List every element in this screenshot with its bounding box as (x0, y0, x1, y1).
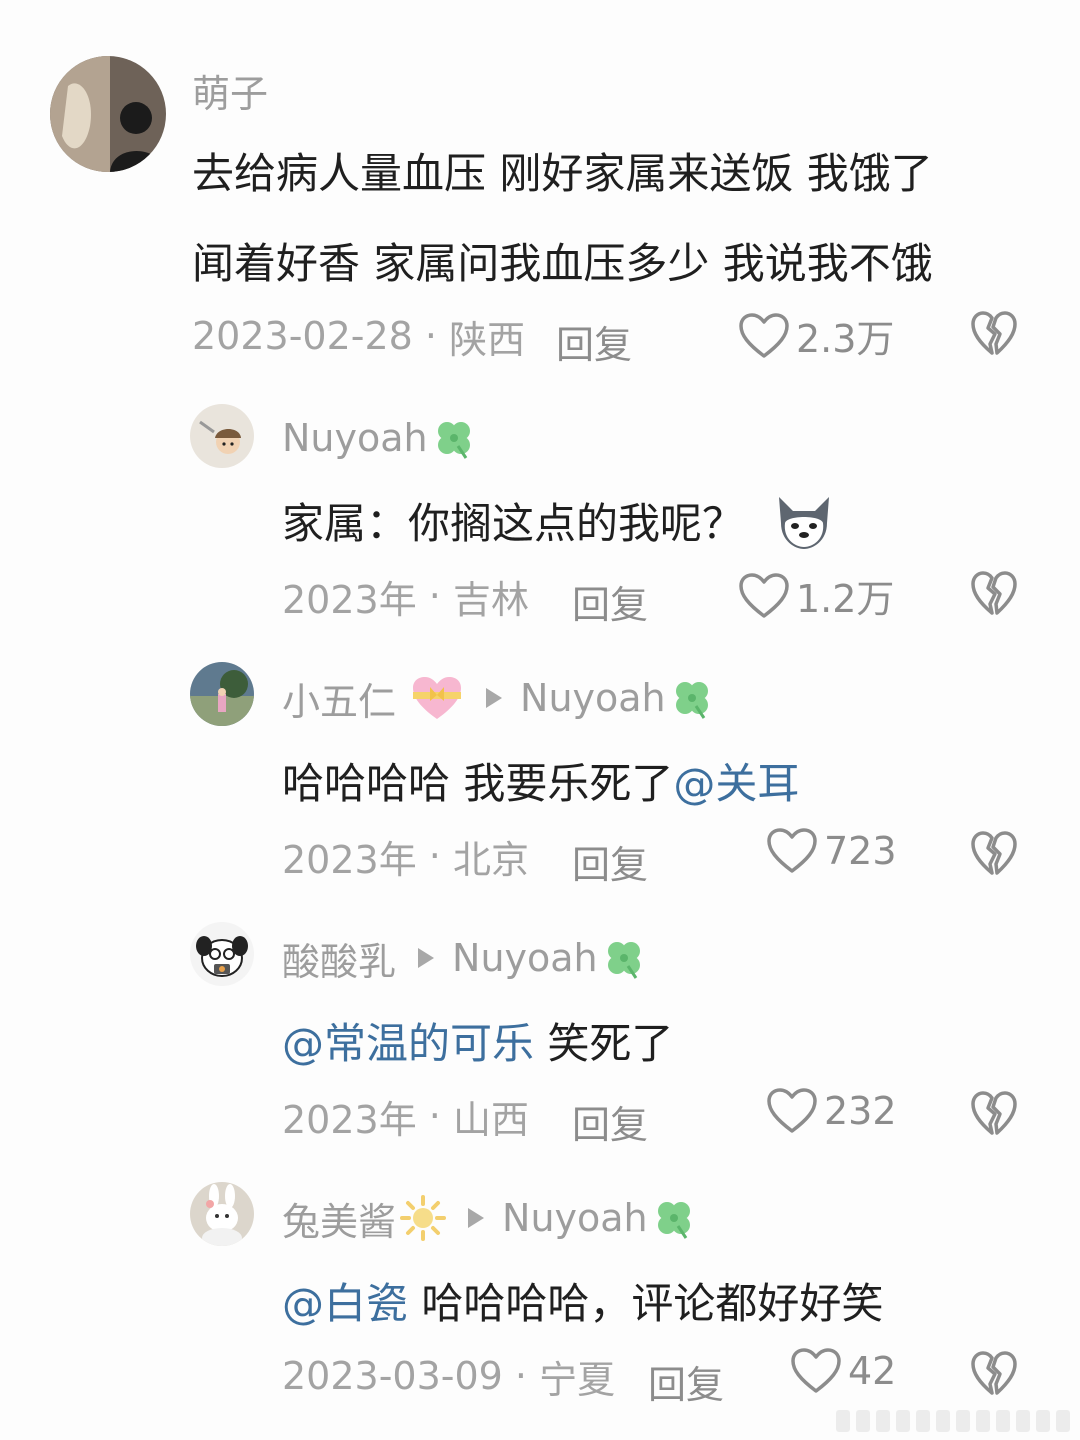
like-count: 723 (824, 829, 897, 873)
comment-text-body: 家属：你搁这点的我呢？ (282, 499, 745, 548)
broken-heart-icon (970, 1090, 1018, 1136)
comment-date: 2023年 (282, 837, 417, 882)
comment-text: @白瓷 哈哈哈哈，评论都好好笑 (282, 1270, 883, 1331)
meta-separator: · (412, 314, 450, 358)
avatar[interactable] (50, 56, 166, 172)
mention-link[interactable]: @白瓷 (282, 1279, 408, 1328)
reply-to-name[interactable]: Nuyoah (502, 1196, 648, 1240)
comment-date: 2023-03-09 (282, 1354, 503, 1398)
broken-heart-icon (970, 830, 1018, 876)
author-name-row: Nuyoah (282, 412, 476, 464)
comment-text-body: 笑死了 (534, 1019, 674, 1068)
comment-text-body: 哈哈哈哈 我要乐死了 (282, 759, 674, 808)
dislike-button[interactable] (970, 570, 1018, 616)
comment-text: @常温的可乐 笑死了 (282, 1010, 673, 1071)
comment-date: 2023年 (282, 1097, 417, 1142)
dislike-button[interactable] (970, 310, 1018, 356)
broken-heart-icon (970, 310, 1018, 356)
author-name[interactable]: Nuyoah (282, 416, 428, 460)
comment-meta: 2023年 · 山西 (282, 1088, 529, 1144)
author-name[interactable]: 萌子 (192, 63, 268, 118)
comment-location: 宁夏 (539, 1357, 616, 1402)
comment-meta: 2023年 · 北京 (282, 828, 529, 884)
comment-text: 哈哈哈哈 我要乐死了@关耳 (282, 750, 799, 811)
comment-text-line: 去给病人量血压 刚好家属来送饭 我饿了 (192, 149, 933, 198)
reply-arrow-icon (418, 948, 435, 968)
reply-button[interactable]: 回复 (556, 314, 632, 369)
reply-button[interactable]: 回复 (572, 834, 648, 889)
like-button[interactable]: 2.3万 (738, 308, 894, 363)
meta-separator: · (416, 574, 453, 618)
like-button[interactable]: 42 (790, 1348, 896, 1394)
reply-button[interactable]: 回复 (572, 574, 648, 629)
heart-outline-icon (790, 1348, 842, 1394)
heart-with-ribbon-emoji (410, 675, 464, 721)
author-name-row: 兔美酱 Nuyoah (282, 1192, 696, 1244)
avatar[interactable] (190, 1182, 254, 1246)
comment-meta: 2023年 · 吉林 (282, 568, 529, 624)
heart-outline-icon (766, 1088, 818, 1134)
like-count: 1.2万 (796, 577, 895, 621)
meta-separator: · (416, 1094, 453, 1138)
comment-text-body: 哈哈哈哈，评论都好好笑 (408, 1279, 884, 1328)
like-count: 42 (848, 1349, 897, 1393)
comment-location: 吉林 (452, 577, 529, 622)
comment-meta: 2023-02-28 · 陕西 (192, 308, 525, 364)
four-leaf-clover-emoji (602, 936, 646, 980)
avatar[interactable] (190, 662, 254, 726)
broken-heart-icon (970, 570, 1018, 616)
author-name-row: 小五仁 Nuyoah (282, 672, 714, 724)
four-leaf-clover-emoji (432, 416, 476, 460)
avatar[interactable] (190, 922, 254, 986)
heart-outline-icon (738, 313, 790, 359)
comment-location: 陕西 (449, 317, 526, 362)
broken-heart-icon (970, 1350, 1018, 1396)
meta-separator: · (502, 1354, 540, 1398)
dislike-button[interactable] (970, 1350, 1018, 1396)
like-button[interactable]: 723 (766, 828, 897, 874)
comment-text: 家属：你搁这点的我呢？ (282, 490, 835, 561)
comment-location: 山西 (452, 1097, 529, 1142)
reply-to-name[interactable]: Nuyoah (452, 936, 598, 980)
comment-date: 2023年 (282, 577, 417, 622)
avatar[interactable] (190, 404, 254, 468)
reply-button[interactable]: 回复 (648, 1354, 724, 1409)
mention-link[interactable]: @常温的可乐 (282, 1019, 534, 1068)
reply-arrow-icon (468, 1208, 485, 1228)
four-leaf-clover-emoji (652, 1196, 696, 1240)
dislike-button[interactable] (970, 830, 1018, 876)
author-name[interactable]: 兔美酱 (282, 1191, 396, 1246)
like-count: 2.3万 (796, 317, 895, 361)
comment-meta: 2023-03-09 · 宁夏 (282, 1348, 615, 1404)
like-count: 232 (824, 1089, 897, 1133)
author-name-row: 萌子 (192, 64, 268, 116)
author-name[interactable]: 小五仁 (282, 671, 396, 726)
reply-to-name[interactable]: Nuyoah (520, 676, 666, 720)
reply-button[interactable]: 回复 (572, 1094, 648, 1149)
sun-emoji (400, 1195, 447, 1241)
reply-arrow-icon (486, 688, 503, 708)
author-name[interactable]: 酸酸乳 (282, 931, 396, 986)
heart-outline-icon (738, 573, 790, 619)
watermark (836, 1410, 1070, 1432)
like-button[interactable]: 1.2万 (738, 568, 894, 623)
doge-emoji (773, 493, 835, 561)
like-button[interactable]: 232 (766, 1088, 897, 1134)
dislike-button[interactable] (970, 1090, 1018, 1136)
author-name-row: 酸酸乳 Nuyoah (282, 932, 646, 984)
comment-date: 2023-02-28 (192, 314, 413, 358)
four-leaf-clover-emoji (670, 676, 714, 720)
comment-text-line: 闻着好香 家属问我血压多少 我说我不饿 (192, 239, 933, 288)
comment-location: 北京 (452, 837, 529, 882)
meta-separator: · (416, 834, 453, 878)
mention-link[interactable]: @关耳 (673, 759, 799, 808)
heart-outline-icon (766, 828, 818, 874)
